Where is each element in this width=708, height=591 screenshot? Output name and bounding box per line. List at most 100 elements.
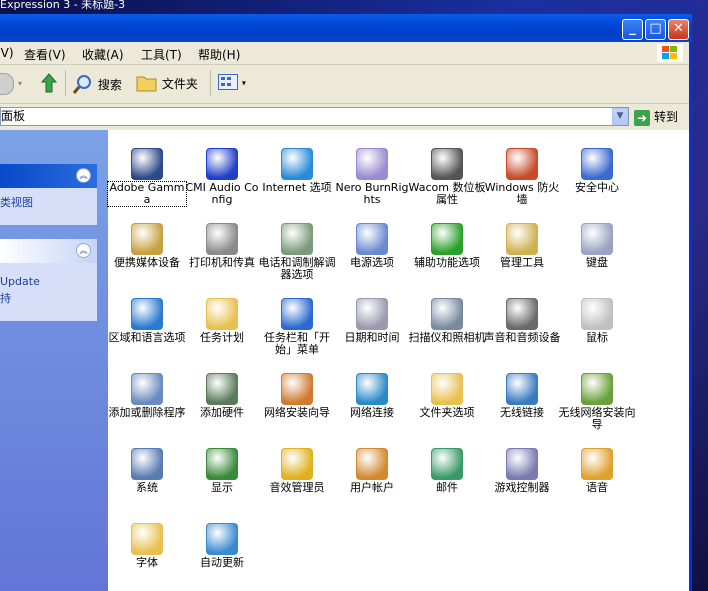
admin-tools-icon — [506, 223, 538, 255]
collapse-chevron-icon[interactable]: ︽ — [76, 168, 91, 183]
control-panel-item-label: 自动更新 — [200, 556, 244, 569]
control-panel-item[interactable]: 安全中心 — [558, 148, 636, 194]
address-input[interactable]: 面板 — [0, 107, 629, 126]
switch-category-view-link[interactable]: 类视图 — [0, 188, 97, 211]
control-panel-item-label: 便携媒体设备 — [114, 256, 180, 269]
windows-update-link[interactable]: Update — [0, 263, 97, 290]
taskbar-icon — [281, 298, 313, 330]
control-panel-item-label: 网络安装向导 — [264, 406, 330, 419]
control-panel-item[interactable]: 无线网络安装向导 — [558, 373, 636, 431]
menu-tools[interactable]: 工具(T) — [141, 46, 182, 63]
control-panel-item[interactable]: Adobe Gamma — [107, 148, 187, 207]
control-panel-item[interactable]: 扫描仪和照相机 — [408, 298, 486, 344]
address-dropdown-icon[interactable]: ▼ — [612, 108, 628, 125]
control-panel-item-label: 用户帐户 — [350, 481, 394, 494]
control-panel-item-label: 字体 — [136, 556, 158, 569]
control-panel-item[interactable]: 打印机和传真 — [183, 223, 261, 269]
control-panel-item[interactable]: Nero BurnRights — [333, 148, 411, 206]
control-panel-item[interactable]: 网络安装向导 — [258, 373, 336, 419]
cd-lock-icon — [356, 148, 388, 180]
control-panel-item[interactable]: 无线链接 — [483, 373, 561, 419]
close-button[interactable]: ✕ — [668, 19, 689, 40]
menu-view-partial[interactable]: (V) — [0, 46, 14, 60]
windows-logo-icon — [657, 44, 683, 62]
power-icon — [356, 223, 388, 255]
network-globe-icon — [356, 373, 388, 405]
control-panel-item-label: 语音 — [586, 481, 608, 494]
go-button[interactable]: ➜ 转到 — [634, 108, 678, 126]
control-panel-item[interactable]: 自动更新 — [183, 523, 261, 569]
folders-button[interactable]: 文件夹 — [136, 73, 198, 96]
control-panel-item[interactable]: 显示 — [183, 448, 261, 494]
control-panel-item[interactable]: 任务计划 — [183, 298, 261, 344]
control-panel-item-label: 网络连接 — [350, 406, 394, 419]
windows-update-icon — [206, 523, 238, 555]
add-remove-icon — [131, 373, 163, 405]
users-icon — [356, 448, 388, 480]
control-panel-item[interactable]: 辅助功能选项 — [408, 223, 486, 269]
control-panel-item-label: 键盘 — [586, 256, 608, 269]
control-panel-item[interactable]: 邮件 — [408, 448, 486, 494]
control-panel-item[interactable]: 电源选项 — [333, 223, 411, 269]
control-panel-item[interactable]: 便携媒体设备 — [108, 223, 186, 269]
control-panel-item[interactable]: 键盘 — [558, 223, 636, 269]
keyboard-icon — [581, 223, 613, 255]
control-panel-item[interactable]: 添加或删除程序 — [108, 373, 186, 419]
folder-options-icon — [431, 373, 463, 405]
control-panel-item[interactable]: CMI Audio Config — [183, 148, 261, 206]
control-panel-item[interactable]: 任务栏和「开始」菜单 — [258, 298, 336, 356]
control-panel-item[interactable]: 字体 — [108, 523, 186, 569]
menu-view[interactable]: 查看(V) — [24, 46, 66, 63]
speech-icon — [581, 448, 613, 480]
control-panel-item-label: 添加或删除程序 — [108, 406, 186, 419]
control-panel-item[interactable]: 用户帐户 — [333, 448, 411, 494]
task-box-header[interactable]: ︽ — [0, 164, 97, 188]
control-panel-item-label: 邮件 — [436, 481, 458, 494]
folder-icon — [136, 73, 158, 96]
help-support-link[interactable]: 持 — [0, 290, 97, 307]
system-icon — [131, 448, 163, 480]
back-button[interactable] — [0, 73, 14, 95]
views-button[interactable]: ▾ — [218, 74, 246, 90]
control-panel-item-label: 电源选项 — [350, 256, 394, 269]
search-button[interactable]: 搜索 — [72, 73, 122, 98]
control-panel-item-label: 打印机和传真 — [189, 256, 255, 269]
control-panel-item[interactable]: Windows 防火墙 — [483, 148, 561, 206]
menu-help[interactable]: 帮助(H) — [198, 46, 240, 63]
control-panel-item[interactable]: 网络连接 — [333, 373, 411, 419]
control-panel-item[interactable]: 音效管理员 — [258, 448, 336, 494]
title-bar[interactable]: _ □ ✕ — [0, 14, 692, 42]
control-panel-item[interactable]: 文件夹选项 — [408, 373, 486, 419]
display-icon — [206, 448, 238, 480]
control-panel-item[interactable]: 添加硬件 — [183, 373, 261, 419]
control-panel-item-label: 管理工具 — [500, 256, 544, 269]
control-panel-item[interactable]: 管理工具 — [483, 223, 561, 269]
monitor-icon — [131, 148, 163, 180]
control-panel-item[interactable]: 日期和时间 — [333, 298, 411, 344]
control-panel-item-label: 文件夹选项 — [419, 406, 475, 419]
control-panel-item[interactable]: 语音 — [558, 448, 636, 494]
address-bar: 面板 ▼ ➜ 转到 — [0, 104, 689, 129]
control-panel-item[interactable]: 系统 — [108, 448, 186, 494]
folders-label: 文件夹 — [161, 77, 198, 91]
control-panel-item-label: Windows 防火墙 — [484, 181, 560, 206]
up-folder-icon[interactable] — [38, 72, 60, 97]
back-dropdown-icon[interactable]: ▾ — [18, 79, 22, 88]
control-panel-item[interactable]: 声音和音频设备 — [483, 298, 561, 344]
control-panel-item[interactable]: 电话和调制解调器选项 — [258, 223, 336, 281]
collapse-chevron-icon-2[interactable]: ︽ — [76, 243, 91, 258]
control-panel-item-label: 任务栏和「开始」菜单 — [264, 331, 330, 356]
see-also-header[interactable]: ︽ — [0, 239, 97, 263]
menu-favorites[interactable]: 收藏(A) — [82, 46, 124, 63]
control-panel-item[interactable]: Internet 选项 — [258, 148, 336, 194]
control-panel-item[interactable]: 游戏控制器 — [483, 448, 561, 494]
control-panel-item-label: CMI Audio Config — [185, 181, 259, 206]
control-panel-item[interactable]: Wacom 数位板属性 — [408, 148, 486, 206]
toolbar-separator-2 — [210, 70, 211, 96]
minimize-button[interactable]: _ — [622, 19, 643, 40]
control-panel-item-label: 区域和语言选项 — [108, 331, 186, 344]
control-panel-item[interactable]: 区域和语言选项 — [108, 298, 186, 344]
control-panel-item[interactable]: 鼠标 — [558, 298, 636, 344]
control-panel-item-label: 任务计划 — [200, 331, 244, 344]
maximize-button[interactable]: □ — [645, 19, 666, 40]
